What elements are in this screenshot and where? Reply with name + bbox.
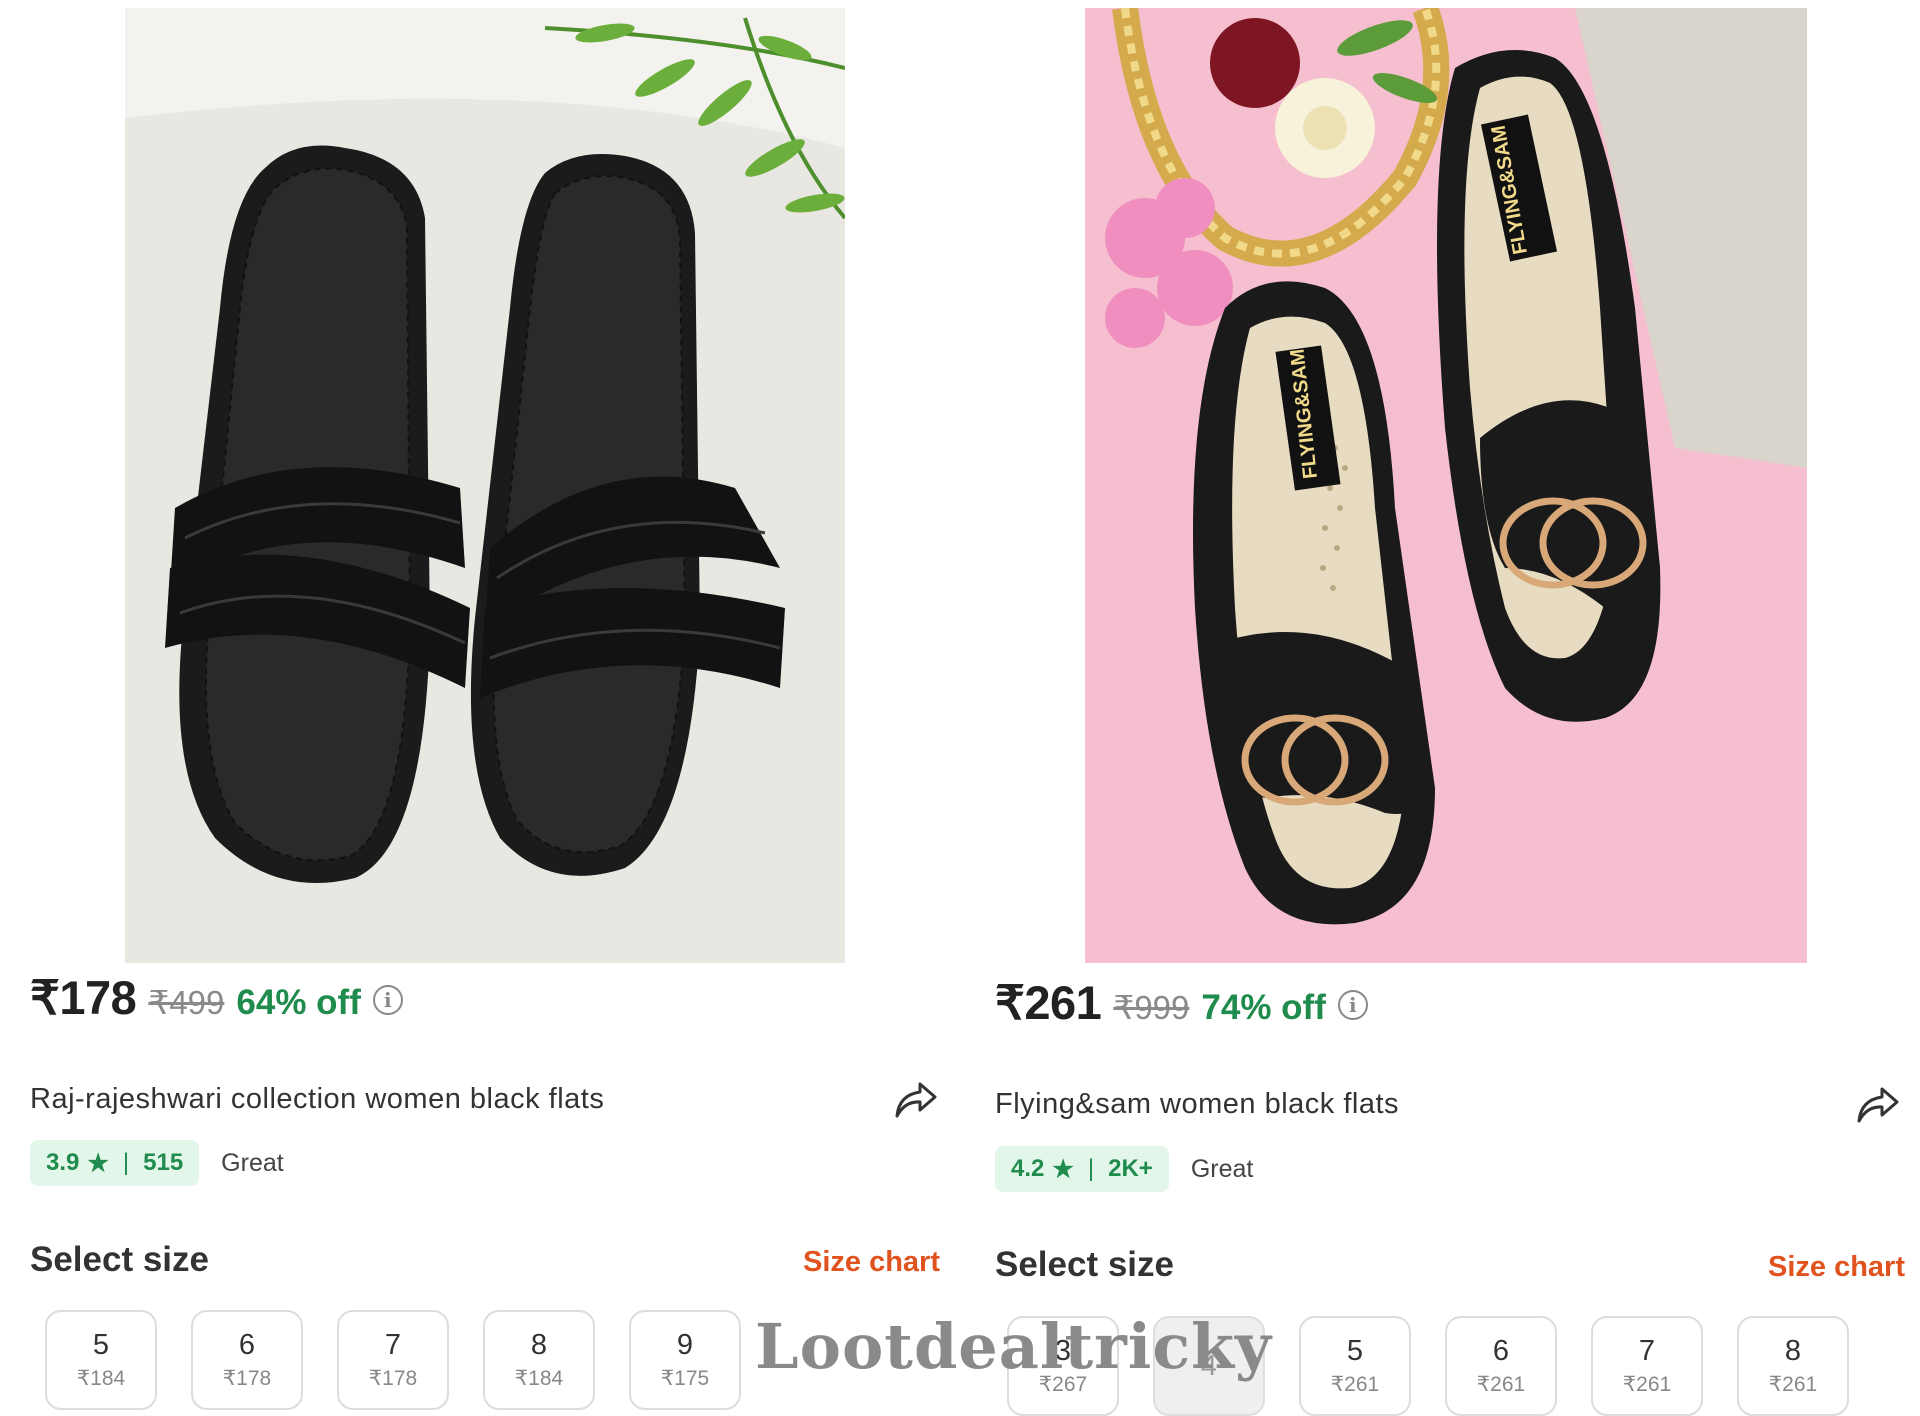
rating-label: Great <box>221 1148 284 1177</box>
rating-row: 3.9 ★ | 515 Great <box>30 1140 284 1186</box>
rating-label: Great <box>1190 1154 1254 1183</box>
review-count: 515 <box>143 1149 184 1176</box>
size-price: ₹261 <box>1330 1373 1380 1396</box>
size-header: Select size Size chart <box>30 1240 940 1280</box>
product-title: Raj-rajeshwari collection women black fl… <box>30 1083 605 1115</box>
price-row: ₹178 ₹499 64% off i <box>30 970 403 1026</box>
size-value: 5 <box>92 1329 110 1361</box>
size-price: ₹178 <box>368 1367 418 1390</box>
size-value: 9 <box>676 1329 694 1361</box>
size-option[interactable]: 7 ₹178 <box>337 1310 449 1410</box>
size-price: ₹184 <box>514 1367 564 1390</box>
star-icon: ★ <box>1052 1155 1074 1183</box>
size-option[interactable]: 5 ₹261 <box>1299 1316 1411 1416</box>
size-option[interactable]: 6 ₹261 <box>1445 1316 1557 1416</box>
info-icon[interactable]: i <box>372 985 403 1015</box>
rating-row: 4.2 ★ | 2K+ Great <box>995 1146 1253 1192</box>
product-title: Flying&sam women black flats <box>995 1088 1400 1120</box>
share-icon[interactable] <box>893 1080 939 1120</box>
size-option[interactable]: 9 ₹175 <box>629 1310 741 1410</box>
rating-badge[interactable]: 4.2 ★ | 2K+ <box>995 1146 1169 1192</box>
size-price: ₹178 <box>222 1367 272 1390</box>
size-option[interactable]: 8 ₹261 <box>1737 1316 1849 1416</box>
product-card-2: FLYING&SAM FLYING&SAM ₹261 ₹999 74% off … <box>965 0 1915 1416</box>
size-value: 5 <box>1346 1335 1364 1367</box>
share-icon[interactable] <box>1855 1085 1901 1125</box>
discount-percent: 64% off <box>236 983 361 1022</box>
mrp-price: ₹499 <box>148 984 225 1021</box>
product-card-1: ₹178 ₹499 64% off i Raj-rajeshwari colle… <box>0 0 950 1416</box>
size-chart-link[interactable]: Size chart <box>1768 1251 1905 1284</box>
info-icon[interactable]: i <box>1337 990 1368 1020</box>
review-count: 2K+ <box>1108 1155 1153 1182</box>
select-size-heading: Select size <box>30 1240 209 1279</box>
size-price: ₹184 <box>76 1367 126 1390</box>
size-chart-link[interactable]: Size chart <box>803 1246 940 1279</box>
size-value: 7 <box>1638 1335 1656 1367</box>
product-image[interactable]: FLYING&SAM FLYING&SAM <box>1085 8 1807 963</box>
size-price: ₹261 <box>1476 1373 1526 1396</box>
size-options: 5 ₹184 6 ₹178 7 ₹178 8 ₹184 9 ₹175 <box>45 1310 741 1410</box>
watermark-text: Lootdealtricky <box>755 1310 1273 1383</box>
size-option[interactable]: 7 ₹261 <box>1591 1316 1703 1416</box>
size-price: ₹261 <box>1768 1373 1818 1396</box>
selling-price: ₹261 <box>995 976 1102 1029</box>
product-image[interactable] <box>125 8 845 963</box>
size-option[interactable]: 5 ₹184 <box>45 1310 157 1410</box>
size-option[interactable]: 6 ₹178 <box>191 1310 303 1410</box>
size-value: 8 <box>1784 1335 1802 1367</box>
rating-value: 4.2 <box>1011 1155 1045 1182</box>
size-value: 6 <box>1492 1335 1510 1367</box>
slipper-photo: FLYING&SAM FLYING&SAM <box>1085 8 1807 963</box>
star-icon: ★ <box>87 1149 109 1177</box>
rating-divider: | <box>1087 1155 1095 1182</box>
sandal-photo <box>125 8 845 963</box>
selling-price: ₹178 <box>30 971 137 1024</box>
size-value: 6 <box>238 1329 256 1361</box>
size-price: ₹261 <box>1622 1373 1672 1396</box>
rating-value: 3.9 <box>46 1149 80 1176</box>
size-option[interactable]: 8 ₹184 <box>483 1310 595 1410</box>
size-header: Select size Size chart <box>995 1245 1905 1285</box>
price-row: ₹261 ₹999 74% off i <box>995 975 1368 1031</box>
rating-divider: | <box>122 1149 130 1176</box>
select-size-heading: Select size <box>995 1245 1174 1284</box>
size-value: 7 <box>384 1329 402 1361</box>
rating-badge[interactable]: 3.9 ★ | 515 <box>30 1140 200 1186</box>
size-value: 8 <box>530 1329 548 1361</box>
discount-percent: 74% off <box>1201 988 1326 1027</box>
mrp-price: ₹999 <box>1113 989 1190 1026</box>
size-price: ₹175 <box>660 1367 710 1390</box>
